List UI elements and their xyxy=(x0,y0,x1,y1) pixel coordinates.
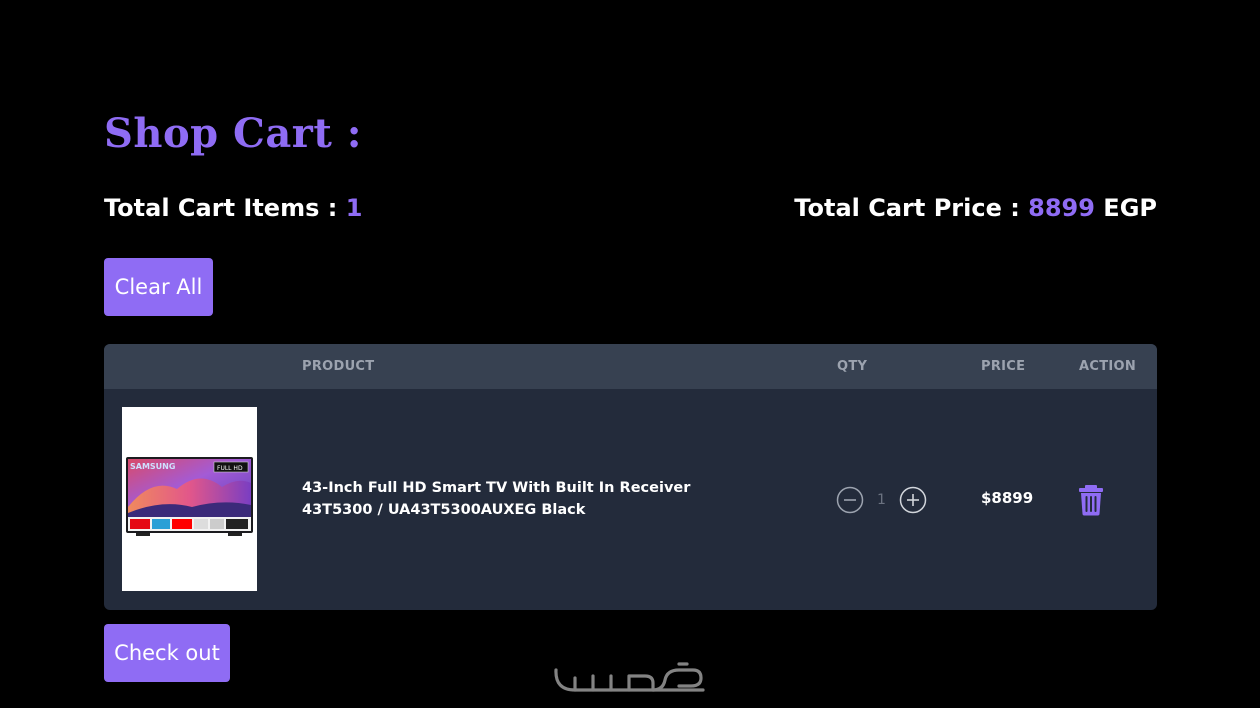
total-items-label: Total Cart Items : xyxy=(104,194,346,222)
trash-icon xyxy=(1079,485,1103,516)
column-header-action: ACTION xyxy=(1079,359,1137,374)
total-cart-price: Total Cart Price : 8899 EGP xyxy=(794,194,1157,222)
quantity-stepper: 1 xyxy=(836,486,927,514)
khamsat-watermark-logo xyxy=(553,656,707,696)
total-cart-items: Total Cart Items : 1 xyxy=(104,194,362,222)
tv-badge-text: FULL HD xyxy=(217,465,243,472)
quantity-value: 1 xyxy=(877,492,886,508)
total-price-label: Total Cart Price : xyxy=(794,194,1029,222)
column-header-product: PRODUCT xyxy=(302,359,375,374)
minus-circle-icon xyxy=(836,486,864,514)
tv-illustration: SAMSUNG FULL HD xyxy=(122,407,257,591)
column-header-qty: QTY xyxy=(837,359,868,374)
page-title: Shop Cart : xyxy=(104,110,363,157)
decrease-qty-button[interactable] xyxy=(836,486,864,514)
product-name: 43-Inch Full HD Smart TV With Built In R… xyxy=(302,480,691,518)
price-currency: EGP xyxy=(1094,194,1157,222)
row-price: $8899 xyxy=(981,489,1034,507)
delete-item-button[interactable] xyxy=(1076,484,1106,516)
total-price-value: 8899 xyxy=(1028,194,1095,222)
checkout-button[interactable]: Check out xyxy=(104,624,230,682)
watermark-icon xyxy=(554,662,705,692)
clear-all-button[interactable]: Clear All xyxy=(104,258,213,316)
tv-brand-text: SAMSUNG xyxy=(130,462,175,471)
cart-table: PRODUCT QTY PRICE ACTION SAMSUNG FULL HD… xyxy=(104,344,1157,610)
column-header-price: PRICE xyxy=(981,359,1026,374)
product-image: SAMSUNG FULL HD xyxy=(122,407,257,591)
table-row: SAMSUNG FULL HD 43-Inch Full HD Smart TV… xyxy=(104,389,1157,610)
increase-qty-button[interactable] xyxy=(899,486,927,514)
cart-table-header: PRODUCT QTY PRICE ACTION xyxy=(104,344,1157,389)
plus-circle-icon xyxy=(899,486,927,514)
total-items-count: 1 xyxy=(345,194,363,222)
